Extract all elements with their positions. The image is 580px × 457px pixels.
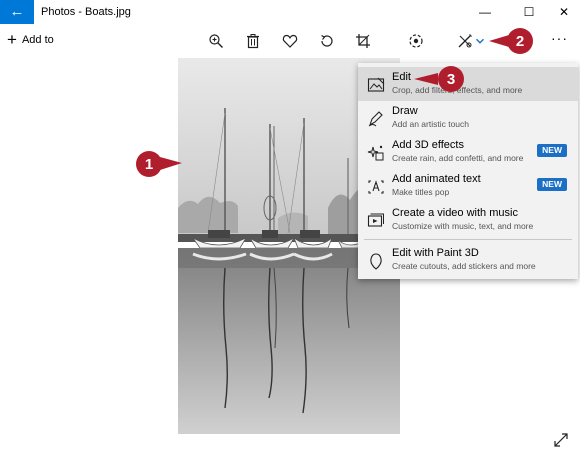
new-badge: NEW [537, 144, 567, 157]
pen-icon [368, 111, 383, 127]
callout-3: 3 [414, 66, 464, 92]
menu-item-subtitle: Create cutouts, add stickers and more [392, 261, 536, 271]
callout-1: 1 [136, 151, 182, 177]
menu-item-3d-effects[interactable]: Add 3D effects Create rain, add confetti… [358, 135, 578, 169]
edit-image-icon [367, 77, 385, 92]
paint3d-icon [370, 253, 382, 270]
add-to-label: Add to [21, 34, 54, 46]
menu-item-subtitle: Create rain, add confetti, and more [392, 153, 524, 163]
new-badge: NEW [537, 178, 567, 191]
callout-2-number: 2 [516, 33, 524, 50]
menu-item-subtitle: Make titles pop [392, 187, 450, 197]
menu-item-subtitle: Customize with music, text, and more [392, 221, 534, 231]
callout-2: 2 [489, 28, 533, 54]
back-arrow-icon: ← [9, 3, 25, 20]
video-icon [367, 213, 384, 227]
chevron-down-icon[interactable] [473, 32, 487, 50]
maximize-button[interactable]: ☐ [510, 0, 548, 24]
close-button[interactable]: ✕ [545, 0, 580, 24]
menu-item-title: Add animated text [392, 173, 481, 185]
callout-3-number: 3 [447, 71, 455, 88]
window-title: Photos - Boats.jpg [41, 6, 131, 18]
crop-icon[interactable] [353, 32, 373, 50]
enhance-icon[interactable] [406, 32, 426, 50]
delete-icon[interactable] [243, 32, 263, 50]
plus-icon: + [7, 30, 17, 49]
menu-item-animated-text[interactable]: Add animated text Make titles pop NEW [358, 169, 578, 203]
menu-item-title: Draw [392, 105, 418, 117]
expand-icon[interactable] [553, 432, 569, 448]
menu-item-video[interactable]: Create a video with music Customize with… [358, 203, 578, 237]
menu-item-title: Create a video with music [392, 207, 518, 219]
minimize-button[interactable]: — [466, 0, 504, 24]
sparkle-icon [367, 145, 384, 161]
add-to-button[interactable]: + Add to [7, 30, 54, 49]
more-options-button[interactable]: ··· [551, 30, 568, 46]
callout-1-number: 1 [145, 156, 153, 173]
menu-item-edit[interactable]: Edit Crop, add filters, effects, and mor… [358, 67, 578, 101]
zoom-icon[interactable] [206, 32, 226, 50]
rotate-icon[interactable] [317, 32, 337, 50]
menu-item-paint3d[interactable]: Edit with Paint 3D Create cutouts, add s… [358, 243, 578, 277]
title-bar: ← Photos - Boats.jpg — ☐ ✕ [0, 0, 580, 24]
edit-create-menu: Edit Crop, add filters, effects, and mor… [358, 63, 578, 279]
menu-item-title: Add 3D effects [392, 139, 464, 151]
menu-item-title: Edit [392, 71, 411, 83]
menu-item-subtitle: Add an artistic touch [392, 119, 470, 129]
menu-item-title: Edit with Paint 3D [392, 247, 479, 259]
menu-divider [364, 239, 572, 240]
edit-create-icon[interactable] [455, 32, 475, 50]
heart-icon[interactable] [280, 32, 300, 50]
menu-item-draw[interactable]: Draw Add an artistic touch [358, 101, 578, 135]
text-box-icon [368, 180, 384, 194]
back-button[interactable]: ← [0, 0, 34, 24]
